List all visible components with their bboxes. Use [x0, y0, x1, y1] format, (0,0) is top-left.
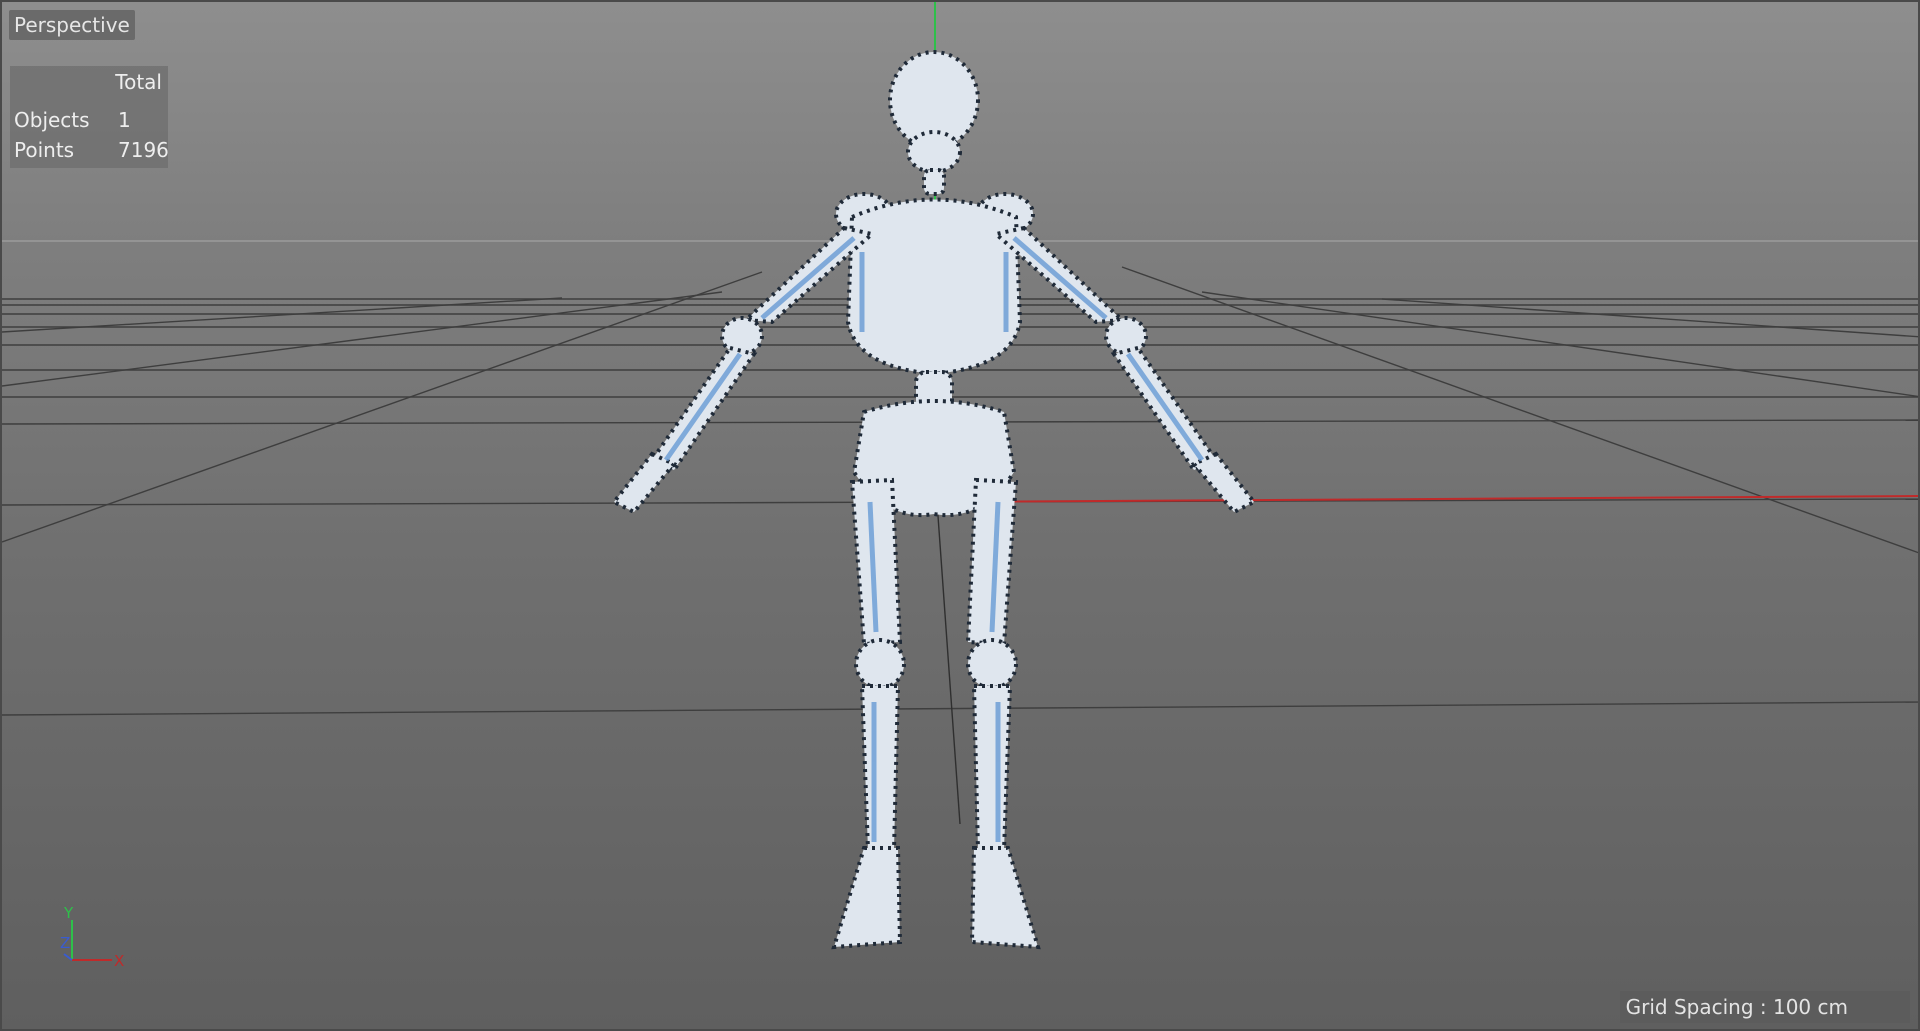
gizmo-z-label: Z — [60, 934, 71, 952]
stats-label: Objects — [14, 108, 90, 132]
grid-spacing-readout: Grid Spacing : 100 cm — [1619, 991, 1910, 1023]
viewport-scene[interactable] — [2, 2, 1920, 1031]
gizmo-y-label: Y — [64, 904, 74, 922]
stats-row-points: Points 7196 — [14, 138, 169, 164]
axis-gizmo: Y Z X — [54, 902, 134, 972]
stats-value: 1 — [118, 108, 131, 132]
stats-value: 7196 — [118, 138, 169, 162]
skeleton-mesh[interactable] — [610, 50, 1258, 950]
gizmo-x-label: X — [114, 952, 125, 970]
3d-viewport[interactable]: Perspective Total Objects 1 Points 7196 … — [0, 0, 1920, 1031]
viewport-label[interactable]: Perspective — [9, 10, 135, 40]
stats-header-total: Total — [115, 70, 162, 94]
z-axis-line — [936, 501, 961, 825]
scene-stats-panel: Total Objects 1 Points 7196 — [10, 66, 169, 168]
stats-label: Points — [14, 138, 75, 162]
stats-row-objects: Objects 1 — [14, 108, 162, 134]
